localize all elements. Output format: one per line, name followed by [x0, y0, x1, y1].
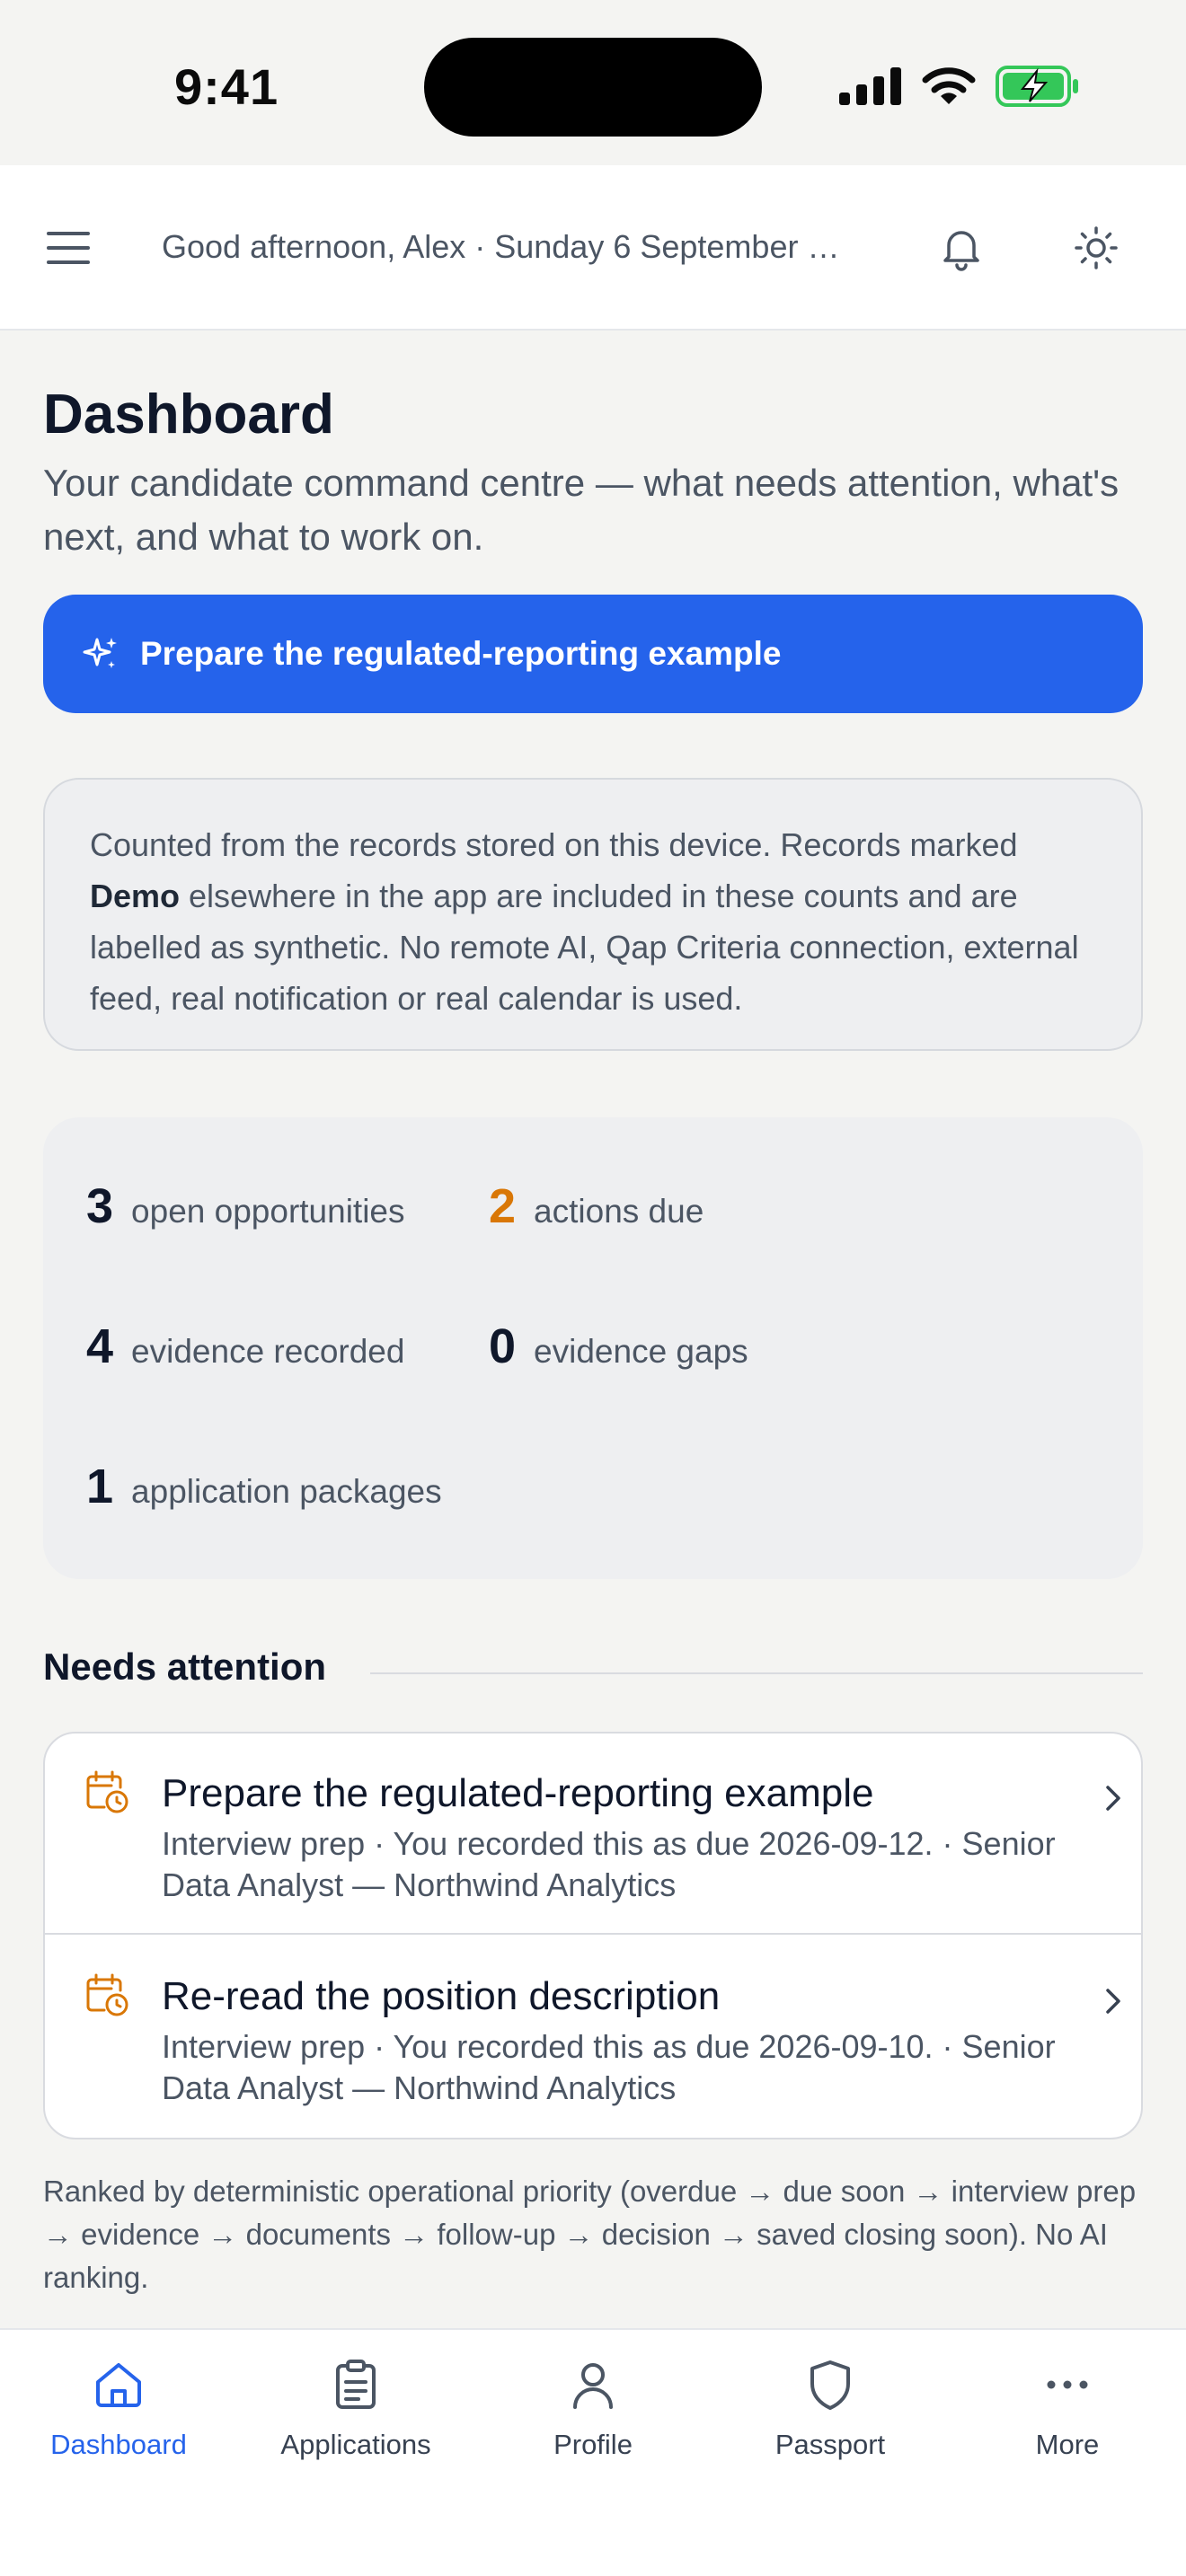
sparkles-icon	[83, 638, 117, 668]
stat-value: 2	[489, 1179, 517, 1233]
calendar-clock-icon	[86, 1973, 128, 2016]
attention-list: Prepare the regulated-reporting example …	[43, 1732, 1143, 2139]
attention-item-meta: Interview prep · You recorded this as du…	[162, 2028, 1056, 2106]
note-text-part2: elsewhere in the app are included in the…	[90, 878, 1079, 1017]
wifi-icon	[922, 67, 976, 104]
stat-label: application packages	[131, 1473, 442, 1510]
sun-icon[interactable]	[1069, 221, 1123, 275]
app-header: Good afternoon, Alex · Sunday 6 Septembe…	[0, 165, 1186, 331]
attention-item[interactable]: Re-read the position description Intervi…	[45, 1936, 1141, 2138]
demo-label: Demo	[90, 878, 181, 914]
greeting-text: Good afternoon, Alex · Sunday 6 Septembe…	[162, 228, 840, 265]
bell-icon[interactable]	[934, 221, 988, 275]
stat-application-packages[interactable]: 1 application packages	[86, 1459, 442, 1514]
page-title: Dashboard	[43, 384, 334, 446]
ranking-footnote: Ranked by deterministic operational prio…	[43, 2175, 1137, 2294]
more-icon	[1047, 2380, 1088, 2389]
cellular-signal-icon	[839, 67, 901, 105]
tab-label: More	[1035, 2429, 1100, 2460]
data-source-note: Counted from the records stored on this …	[43, 778, 1143, 1051]
chevron-right-icon	[1106, 1989, 1120, 2014]
home-icon	[96, 2363, 141, 2407]
stat-value: 0	[489, 1319, 517, 1373]
note-text-part1: Counted from the records stored on this …	[90, 826, 1018, 863]
battery-charging-icon	[996, 66, 1078, 107]
tab-label: Applications	[280, 2429, 431, 2460]
stat-value: 4	[86, 1319, 114, 1373]
tab-profile[interactable]: Profile	[485, 2357, 701, 2483]
attention-item-meta: Interview prep · You recorded this as du…	[162, 1825, 1056, 1903]
tab-more[interactable]: More	[960, 2357, 1175, 2483]
calendar-clock-icon	[86, 1770, 128, 1813]
stat-open-opportunities[interactable]: 3 open opportunities	[86, 1178, 405, 1234]
attention-item-title: Re-read the position description	[162, 1974, 721, 2018]
menu-icon[interactable]	[45, 226, 95, 269]
stat-label: evidence gaps	[534, 1333, 748, 1370]
bottom-tab-bar: Dashboard Applications Profile Passport …	[0, 2328, 1186, 2576]
stat-label: evidence recorded	[131, 1333, 405, 1370]
attention-item[interactable]: Prepare the regulated-reporting example …	[45, 1734, 1141, 1935]
section-heading-needs-attention: Needs attention	[43, 1645, 327, 1688]
stat-label: open opportunities	[131, 1193, 405, 1230]
tab-label: Profile	[553, 2429, 633, 2460]
status-time: 9:41	[174, 58, 279, 115]
primary-action-button[interactable]: Prepare the regulated-reporting example	[43, 595, 1143, 713]
stat-value: 3	[86, 1179, 114, 1233]
person-icon	[573, 2363, 613, 2409]
status-icons	[839, 59, 1080, 113]
primary-action-label: Prepare the regulated-reporting example	[140, 635, 782, 672]
attention-item-title: Prepare the regulated-reporting example	[162, 1771, 874, 1815]
page-subtitle: Your candidate command centre — what nee…	[43, 462, 1120, 558]
section-divider	[370, 1672, 1143, 1674]
chevron-right-icon	[1106, 1786, 1120, 1811]
clipboard-icon	[336, 2360, 376, 2409]
tab-applications[interactable]: Applications	[248, 2357, 464, 2483]
tab-passport[interactable]: Passport	[722, 2357, 938, 2483]
stat-evidence-gaps[interactable]: 0 evidence gaps	[489, 1319, 748, 1374]
stat-evidence-recorded[interactable]: 4 evidence recorded	[86, 1319, 404, 1374]
tab-dashboard[interactable]: Dashboard	[11, 2357, 226, 2483]
shield-icon	[810, 2360, 850, 2410]
stats-card: 3 open opportunities 2 actions due 4 evi…	[43, 1117, 1143, 1579]
status-bar: 9:41	[0, 0, 1186, 165]
tab-label: Passport	[774, 2429, 886, 2460]
dynamic-island	[424, 38, 762, 137]
stat-label: actions due	[534, 1193, 704, 1230]
tab-label: Dashboard	[50, 2429, 187, 2460]
stat-actions-due[interactable]: 2 actions due	[489, 1178, 704, 1234]
stat-value: 1	[86, 1460, 114, 1513]
dashboard-screen: 9:41 Good afternoon, Alex · Sunday 6 Sep…	[0, 0, 1186, 2576]
